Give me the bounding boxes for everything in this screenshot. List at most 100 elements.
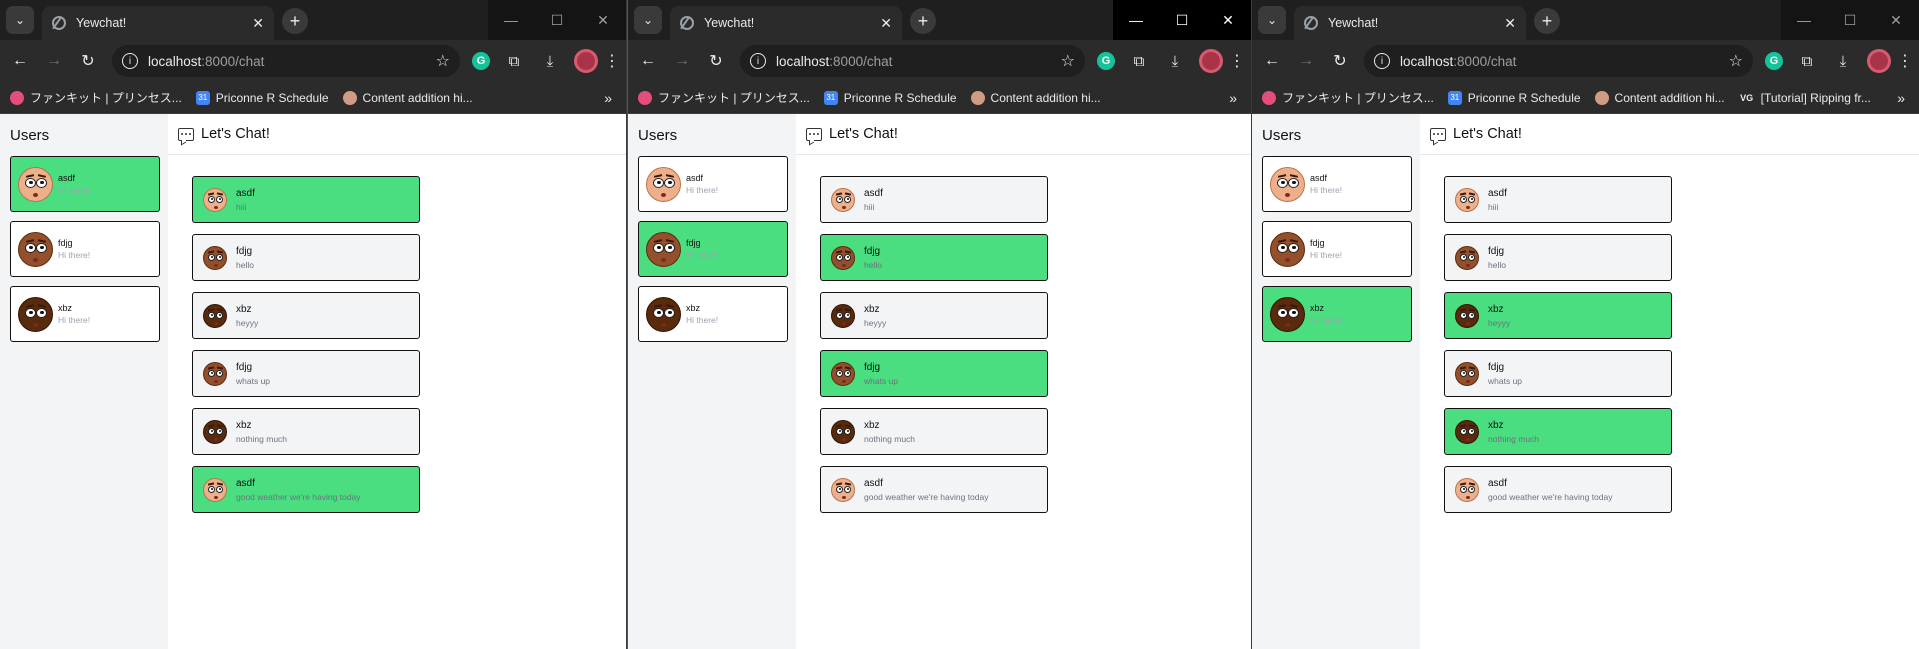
grammarly-icon[interactable]: G: [1097, 52, 1115, 70]
bookmark-item[interactable]: Content addition hi...: [342, 90, 473, 105]
user-card-fdjg[interactable]: fdjg Hi there!: [10, 221, 160, 277]
address-bar[interactable]: i localhost:8000/chat ☆: [1364, 45, 1753, 77]
url-text[interactable]: localhost:8000/chat: [776, 54, 1061, 69]
extensions-icon[interactable]: ⧉: [502, 49, 526, 73]
bookmark-label: Content addition hi...: [990, 90, 1101, 105]
maximize-icon[interactable]: ☐: [534, 0, 580, 40]
tab-yewchat[interactable]: Yewchat! ✕: [42, 6, 274, 40]
profile-avatar[interactable]: [1199, 49, 1223, 73]
message-text: xbz nothing much: [236, 420, 287, 444]
avatar-xbz-icon: [203, 419, 227, 444]
profile-avatar[interactable]: [1867, 49, 1891, 73]
tab-search-icon[interactable]: ⌄: [634, 6, 662, 34]
tab-search-icon[interactable]: ⌄: [1258, 6, 1286, 34]
user-card-asdf[interactable]: asdf Hi there!: [1262, 156, 1412, 212]
bookmark-item[interactable]: Content addition hi...: [1594, 90, 1725, 105]
user-card-text: asdf Hi there!: [686, 173, 718, 195]
user-card-fdjg[interactable]: fdjg Hi there!: [638, 221, 788, 277]
profile-avatar[interactable]: [574, 49, 598, 73]
minimize-icon[interactable]: —: [1113, 0, 1159, 40]
bookmark-item[interactable]: 31 Priconne R Schedule: [1447, 90, 1581, 105]
arrow-right-icon[interactable]: →: [1292, 47, 1320, 75]
grammarly-icon[interactable]: G: [1765, 52, 1783, 70]
user-card-xbz[interactable]: xbz Hi there!: [10, 286, 160, 342]
user-card-asdf[interactable]: asdf Hi there!: [638, 156, 788, 212]
maximize-icon[interactable]: ☐: [1827, 0, 1873, 40]
url-text[interactable]: localhost:8000/chat: [148, 54, 436, 69]
extensions-icon[interactable]: ⧉: [1795, 49, 1819, 73]
star-icon[interactable]: ☆: [1061, 51, 1075, 71]
user-card-fdjg[interactable]: fdjg Hi there!: [1262, 221, 1412, 277]
new-tab-button[interactable]: +: [910, 8, 936, 34]
kebab-menu-icon[interactable]: ⋮: [1229, 51, 1245, 71]
tab-yewchat[interactable]: Yewchat! ✕: [670, 6, 902, 40]
chevron-more-icon[interactable]: »: [1229, 90, 1237, 106]
url-text[interactable]: localhost:8000/chat: [1400, 54, 1729, 69]
reload-icon[interactable]: ↻: [702, 47, 730, 75]
address-bar[interactable]: i localhost:8000/chat ☆: [740, 45, 1085, 77]
message-sender: xbz: [864, 419, 880, 431]
bookmarks-bar: ファンキット | プリンセス... 31 Priconne R Schedule Co…: [0, 82, 626, 114]
star-icon[interactable]: ☆: [436, 51, 450, 71]
arrow-right-icon[interactable]: →: [40, 47, 68, 75]
tab-yewchat[interactable]: Yewchat! ✕: [1294, 6, 1526, 40]
chat-panel: Let's Chat! asdf hiii fdjg hello xbz heyyy fdj…: [1420, 114, 1919, 649]
avatar-asdf-icon: [831, 477, 855, 502]
grammarly-icon[interactable]: G: [472, 52, 490, 70]
kebab-menu-icon[interactable]: ⋮: [1897, 51, 1913, 71]
arrow-left-icon[interactable]: ←: [6, 47, 34, 75]
bookmark-item[interactable]: Content addition hi...: [970, 90, 1101, 105]
avatar-fdjg-icon: [18, 231, 53, 267]
info-icon[interactable]: i: [750, 53, 766, 69]
new-tab-button[interactable]: +: [1534, 8, 1560, 34]
arrow-right-icon[interactable]: →: [668, 47, 696, 75]
user-card-text: xbz Hi there!: [58, 303, 90, 325]
info-icon[interactable]: i: [122, 53, 138, 69]
bookmark-item[interactable]: 31 Priconne R Schedule: [823, 90, 957, 105]
close-tab-icon[interactable]: ✕: [1504, 15, 1516, 32]
maximize-icon[interactable]: ☐: [1159, 0, 1205, 40]
users-sidebar: Users asdf Hi there! fdjg Hi there! xbz Hi th…: [0, 114, 168, 649]
arrow-left-icon[interactable]: ←: [1258, 47, 1286, 75]
minimize-icon[interactable]: —: [488, 0, 534, 40]
download-icon[interactable]: ⤓: [1831, 49, 1855, 73]
extensions-icon[interactable]: ⧉: [1127, 49, 1151, 73]
close-tab-icon[interactable]: ✕: [880, 15, 892, 32]
close-window-icon[interactable]: ✕: [1873, 0, 1919, 40]
bookmark-item[interactable]: ファンキット | プリンセス...: [10, 89, 182, 106]
close-window-icon[interactable]: ✕: [580, 0, 626, 40]
download-icon[interactable]: ⤓: [538, 49, 562, 73]
reload-icon[interactable]: ↻: [1326, 47, 1354, 75]
message-body: good weather we're having today: [864, 491, 989, 502]
message-body: hiii: [236, 201, 247, 212]
reload-icon[interactable]: ↻: [74, 47, 102, 75]
page-content: Users asdf Hi there! fdjg Hi there! xbz Hi th…: [0, 114, 626, 649]
user-card-xbz[interactable]: xbz Hi there!: [1262, 286, 1412, 342]
user-card-xbz[interactable]: xbz Hi there!: [638, 286, 788, 342]
bookmark-item[interactable]: ファンキット | プリンセス...: [1262, 89, 1434, 106]
info-icon[interactable]: i: [1374, 53, 1390, 69]
close-tab-icon[interactable]: ✕: [252, 15, 264, 32]
star-icon[interactable]: ☆: [1729, 51, 1743, 71]
message-item: fdjg hello: [820, 234, 1048, 281]
bookmark-item[interactable]: 31 Priconne R Schedule: [195, 90, 329, 105]
message-body: heyyy: [1488, 317, 1511, 328]
close-window-icon[interactable]: ✕: [1205, 0, 1251, 40]
address-bar[interactable]: i localhost:8000/chat ☆: [112, 45, 460, 77]
kebab-menu-icon[interactable]: ⋮: [604, 51, 620, 71]
new-tab-button[interactable]: +: [282, 8, 308, 34]
avatar-fdjg-icon: [1455, 245, 1479, 270]
chevron-more-icon[interactable]: »: [1897, 90, 1905, 106]
chat-header: Let's Chat!: [796, 114, 1251, 155]
message-item: asdf good weather we're having today: [1444, 466, 1672, 513]
tab-search-icon[interactable]: ⌄: [6, 6, 34, 34]
arrow-left-icon[interactable]: ←: [634, 47, 662, 75]
message-item: xbz nothing much: [1444, 408, 1672, 455]
bookmark-item[interactable]: VG [Tutorial] Ripping fr...: [1739, 91, 1871, 105]
minimize-icon[interactable]: —: [1781, 0, 1827, 40]
globe-icon: [52, 16, 66, 30]
download-icon[interactable]: ⤓: [1163, 49, 1187, 73]
user-card-asdf[interactable]: asdf Hi there!: [10, 156, 160, 212]
bookmark-item[interactable]: ファンキット | プリンセス...: [638, 89, 810, 106]
chevron-more-icon[interactable]: »: [604, 90, 612, 106]
